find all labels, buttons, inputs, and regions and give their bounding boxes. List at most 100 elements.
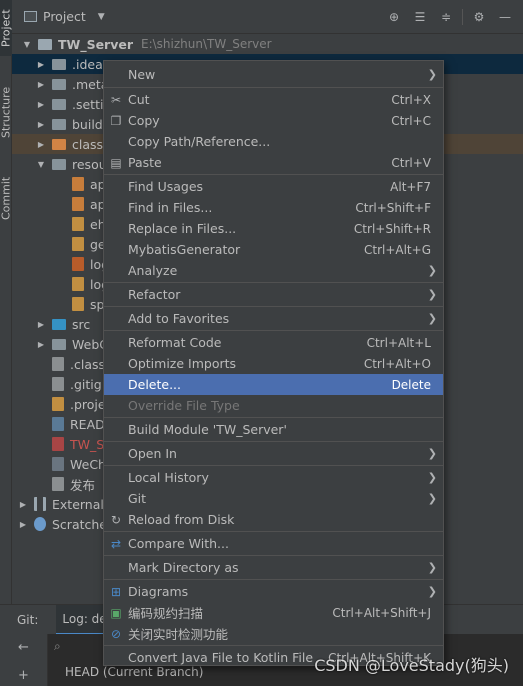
properties-file-icon: [72, 197, 84, 211]
menu-separator: [104, 306, 443, 307]
menu-item-refactor[interactable]: Refactor ❯: [104, 284, 443, 305]
menu-item-delete[interactable]: Delete... Delete: [104, 374, 443, 395]
git-label: Git:: [17, 612, 39, 627]
menu-item-copy-path[interactable]: Copy Path/Reference...: [104, 131, 443, 152]
chevron-right-icon[interactable]: ▶: [36, 100, 46, 109]
menu-item-reformat-code[interactable]: Reformat Code Ctrl+Alt+L: [104, 332, 443, 353]
menu-shortcut: Ctrl+Alt+G: [363, 242, 431, 257]
search-icon[interactable]: ⌕: [54, 639, 61, 654]
menu-item-code-scan[interactable]: ▣ 编码规约扫描 Ctrl+Alt+Shift+J: [104, 602, 443, 623]
menu-item-cut[interactable]: ✂ Cut Ctrl+X: [104, 89, 443, 110]
menu-item-find-in-files[interactable]: Find in Files... Ctrl+Shift+F: [104, 197, 443, 218]
menu-item-label: Optimize Imports: [128, 356, 237, 371]
xml-file-icon: [72, 237, 84, 251]
menu-item-mark-directory-as[interactable]: Mark Directory as ❯: [104, 557, 443, 578]
diagram-icon: ⊞: [110, 584, 122, 599]
menu-item-diagrams[interactable]: ⊞ Diagrams ❯: [104, 581, 443, 602]
expand-all-icon[interactable]: ☰: [410, 8, 430, 26]
menu-item-reload-from-disk[interactable]: ↻ Reload from Disk: [104, 509, 443, 530]
menu-separator: [104, 555, 443, 556]
tree-label: .idea: [72, 56, 103, 72]
menu-shortcut: Ctrl+Alt+L: [366, 335, 431, 350]
menu-item-optimize-imports[interactable]: Optimize Imports Ctrl+Alt+O: [104, 353, 443, 374]
source-folder-icon: [52, 318, 66, 330]
menu-item-label: Replace in Files...: [128, 221, 237, 236]
menu-item-replace-in-files[interactable]: Replace in Files... Ctrl+Shift+R: [104, 218, 443, 239]
menu-item-label: Analyze: [128, 263, 178, 278]
menu-item-git[interactable]: Git ❯: [104, 488, 443, 509]
project-view-selector[interactable]: Project ▼: [24, 9, 105, 24]
menu-item-label: Copy Path/Reference...: [128, 134, 271, 149]
menu-shortcut: Ctrl+Shift+F: [355, 200, 431, 215]
tree-label: resou: [72, 156, 107, 172]
arrow-left-icon[interactable]: ←: [18, 640, 29, 655]
menu-item-copy[interactable]: ❐ Copy Ctrl+C: [104, 110, 443, 131]
chevron-right-icon[interactable]: ▶: [36, 80, 46, 89]
menu-item-paste[interactable]: ▤ Paste Ctrl+V: [104, 152, 443, 173]
menu-separator: [104, 465, 443, 466]
menu-item-label: Mark Directory as: [128, 560, 239, 575]
menu-item-local-history[interactable]: Local History ❯: [104, 467, 443, 488]
menu-item-label: Git: [128, 491, 147, 506]
project-toolbar: ⊕ ☰ ≑ ⚙ —: [384, 8, 515, 26]
menu-item-disable-realtime-check[interactable]: ⊘ 关闭实时检测功能: [104, 623, 443, 644]
chevron-right-icon[interactable]: ▶: [18, 500, 28, 509]
chevron-right-icon[interactable]: ▶: [36, 340, 46, 349]
menu-shortcut: Delete: [391, 377, 431, 392]
submenu-arrow-icon: ❯: [427, 288, 437, 301]
locate-icon[interactable]: ⊕: [384, 8, 404, 26]
menu-item-find-usages[interactable]: Find Usages Alt+F7: [104, 176, 443, 197]
folder-icon: [52, 78, 66, 90]
menu-item-label: 编码规约扫描: [128, 606, 204, 621]
chevron-right-icon[interactable]: ▶: [18, 520, 28, 529]
copy-icon: ❐: [110, 113, 122, 128]
menu-shortcut: Alt+F7: [390, 179, 431, 194]
project-header: Project ▼ ⊕ ☰ ≑ ⚙ —: [12, 0, 523, 34]
folder-icon: [52, 98, 66, 110]
chevron-right-icon[interactable]: ▶: [36, 320, 46, 329]
menu-item-new[interactable]: New ❯: [104, 64, 443, 85]
menu-item-label: Add to Favorites: [128, 311, 230, 326]
add-icon[interactable]: +: [18, 668, 29, 683]
project-file-icon: [52, 397, 64, 411]
menu-item-compare-with[interactable]: ⇄ Compare With...: [104, 533, 443, 554]
folder-icon: [52, 158, 66, 170]
classpath-file-icon: [52, 357, 64, 371]
menu-shortcut: Ctrl+Shift+R: [353, 221, 431, 236]
menu-item-build-module[interactable]: Build Module 'TW_Server': [104, 419, 443, 440]
tree-label: Scratche: [52, 516, 107, 532]
chevron-down-icon: ▼: [97, 11, 105, 22]
tree-label: build: [72, 116, 103, 132]
disable-icon: ⊘: [110, 626, 122, 641]
xml-file-icon: [72, 277, 84, 291]
menu-item-add-to-favorites[interactable]: Add to Favorites ❯: [104, 308, 443, 329]
excluded-folder-icon: [52, 138, 66, 150]
chevron-down-icon[interactable]: ▼: [36, 160, 46, 169]
submenu-arrow-icon: ❯: [427, 68, 437, 81]
menu-item-analyze[interactable]: Analyze ❯: [104, 260, 443, 281]
menu-item-label: Delete...: [128, 377, 181, 392]
submenu-arrow-icon: ❯: [427, 471, 437, 484]
collapse-all-icon[interactable]: ≑: [436, 8, 456, 26]
chevron-right-icon[interactable]: ▶: [36, 120, 46, 129]
minimize-icon[interactable]: —: [495, 8, 515, 26]
paste-icon: ▤: [110, 155, 122, 170]
tree-root[interactable]: ▼ TW_Server E:\shizhun\TW_Server: [12, 34, 523, 54]
branch-item[interactable]: HEAD (Current Branch): [65, 665, 203, 679]
scan-icon: ▣: [110, 605, 122, 620]
reload-icon: ↻: [110, 512, 122, 527]
tree-label: READ: [70, 416, 105, 432]
watermark: CSDN @LoveStady(狗头): [314, 656, 509, 675]
tree-label: .proje: [70, 396, 106, 412]
gear-icon[interactable]: ⚙: [469, 8, 489, 26]
menu-item-mybatis-generator[interactable]: MybatisGenerator Ctrl+Alt+G: [104, 239, 443, 260]
menu-item-label: Find in Files...: [128, 200, 213, 215]
chevron-down-icon[interactable]: ▼: [22, 40, 32, 49]
tree-label: src: [72, 316, 91, 332]
menu-item-open-in[interactable]: Open In ❯: [104, 443, 443, 464]
menu-separator: [104, 282, 443, 283]
submenu-arrow-icon: ❯: [427, 561, 437, 574]
folder-icon: [52, 58, 66, 70]
chevron-right-icon[interactable]: ▶: [36, 60, 46, 69]
chevron-right-icon[interactable]: ▶: [36, 140, 46, 149]
